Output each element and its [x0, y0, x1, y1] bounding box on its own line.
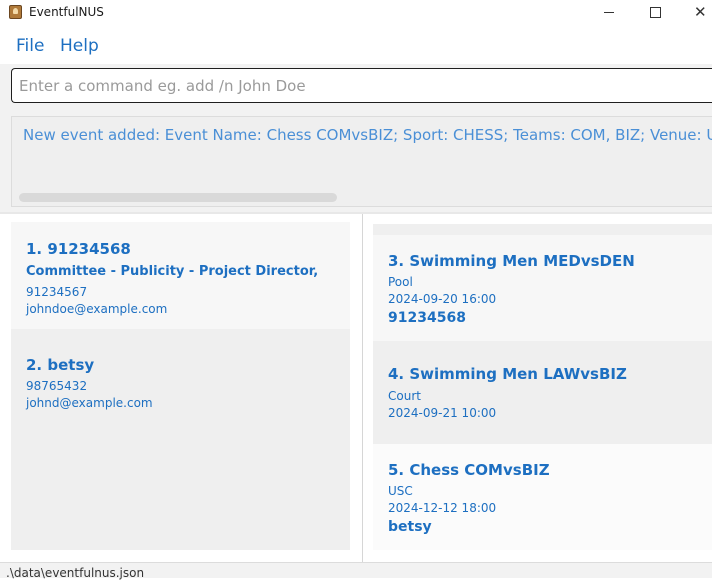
person-role: Committee - Publicity - Project Director… [26, 264, 319, 279]
status-bar: .\data\eventfulnus.json [0, 562, 712, 580]
person-phone: 91234567 [26, 285, 88, 299]
person-phone: 98765432 [26, 379, 88, 393]
menu-bar: File Help [0, 26, 712, 64]
person-email: johnd@example.com [26, 396, 153, 410]
event-card[interactable]: 3. Swimming Men MEDvsDEN Pool 2024-09-20… [373, 235, 712, 341]
maximize-icon [650, 7, 661, 18]
event-list-panel: 3. Swimming Men MEDvsDEN Pool 2024-09-20… [363, 214, 712, 562]
event-datetime: 2024-12-12 18:00 [388, 501, 497, 515]
person-email: johndoe@example.com [26, 302, 168, 316]
event-venue: USC [388, 484, 413, 498]
event-name: 3. Swimming Men MEDvsDEN [388, 252, 635, 270]
result-area: New event added: Event Name: Chess COMvs… [0, 110, 712, 212]
title-bar: EventfulNUS ✕ [0, 0, 712, 26]
event-card[interactable]: 4. Swimming Men LAWvsBIZ Court 2024-09-2… [373, 341, 712, 444]
close-icon: ✕ [694, 3, 707, 21]
menu-help[interactable]: Help [60, 36, 99, 56]
close-button[interactable]: ✕ [678, 0, 712, 26]
person-card[interactable]: 2. betsy 98765432 johnd@example.com [11, 329, 350, 550]
person-list-panel: 1. 91234568 Committee - Publicity - Proj… [0, 214, 362, 562]
event-list[interactable]: 3. Swimming Men MEDvsDEN Pool 2024-09-20… [373, 224, 712, 550]
event-card[interactable]: 5. Chess COMvsBIZ USC 2024-12-12 18:00 b… [373, 444, 712, 550]
window-title: EventfulNUS [29, 5, 104, 19]
person-card[interactable]: 1. 91234568 Committee - Publicity - Proj… [11, 222, 350, 329]
event-datetime: 2024-09-20 16:00 [388, 292, 497, 306]
command-input[interactable] [11, 68, 712, 103]
result-text: New event added: Event Name: Chess COMvs… [23, 126, 712, 144]
person-name: 1. 91234568 [26, 240, 131, 258]
minimize-button[interactable] [586, 0, 632, 26]
minimize-icon [604, 12, 614, 13]
event-participant: 91234568 [388, 310, 466, 326]
app-icon [9, 5, 22, 19]
result-display: New event added: Event Name: Chess COMvs… [11, 116, 712, 207]
event-venue: Pool [388, 275, 413, 289]
menu-file[interactable]: File [16, 36, 44, 56]
event-venue: Court [388, 389, 421, 403]
event-name: 5. Chess COMvsBIZ [388, 461, 550, 479]
command-area [0, 64, 712, 110]
event-participant: betsy [388, 519, 432, 535]
horizontal-scrollbar[interactable] [19, 193, 337, 202]
maximize-button[interactable] [632, 0, 678, 26]
person-name: 2. betsy [26, 356, 95, 374]
person-list[interactable]: 1. 91234568 Committee - Publicity - Proj… [11, 222, 350, 550]
event-datetime: 2024-09-21 10:00 [388, 406, 497, 420]
event-name: 4. Swimming Men LAWvsBIZ [388, 365, 627, 383]
